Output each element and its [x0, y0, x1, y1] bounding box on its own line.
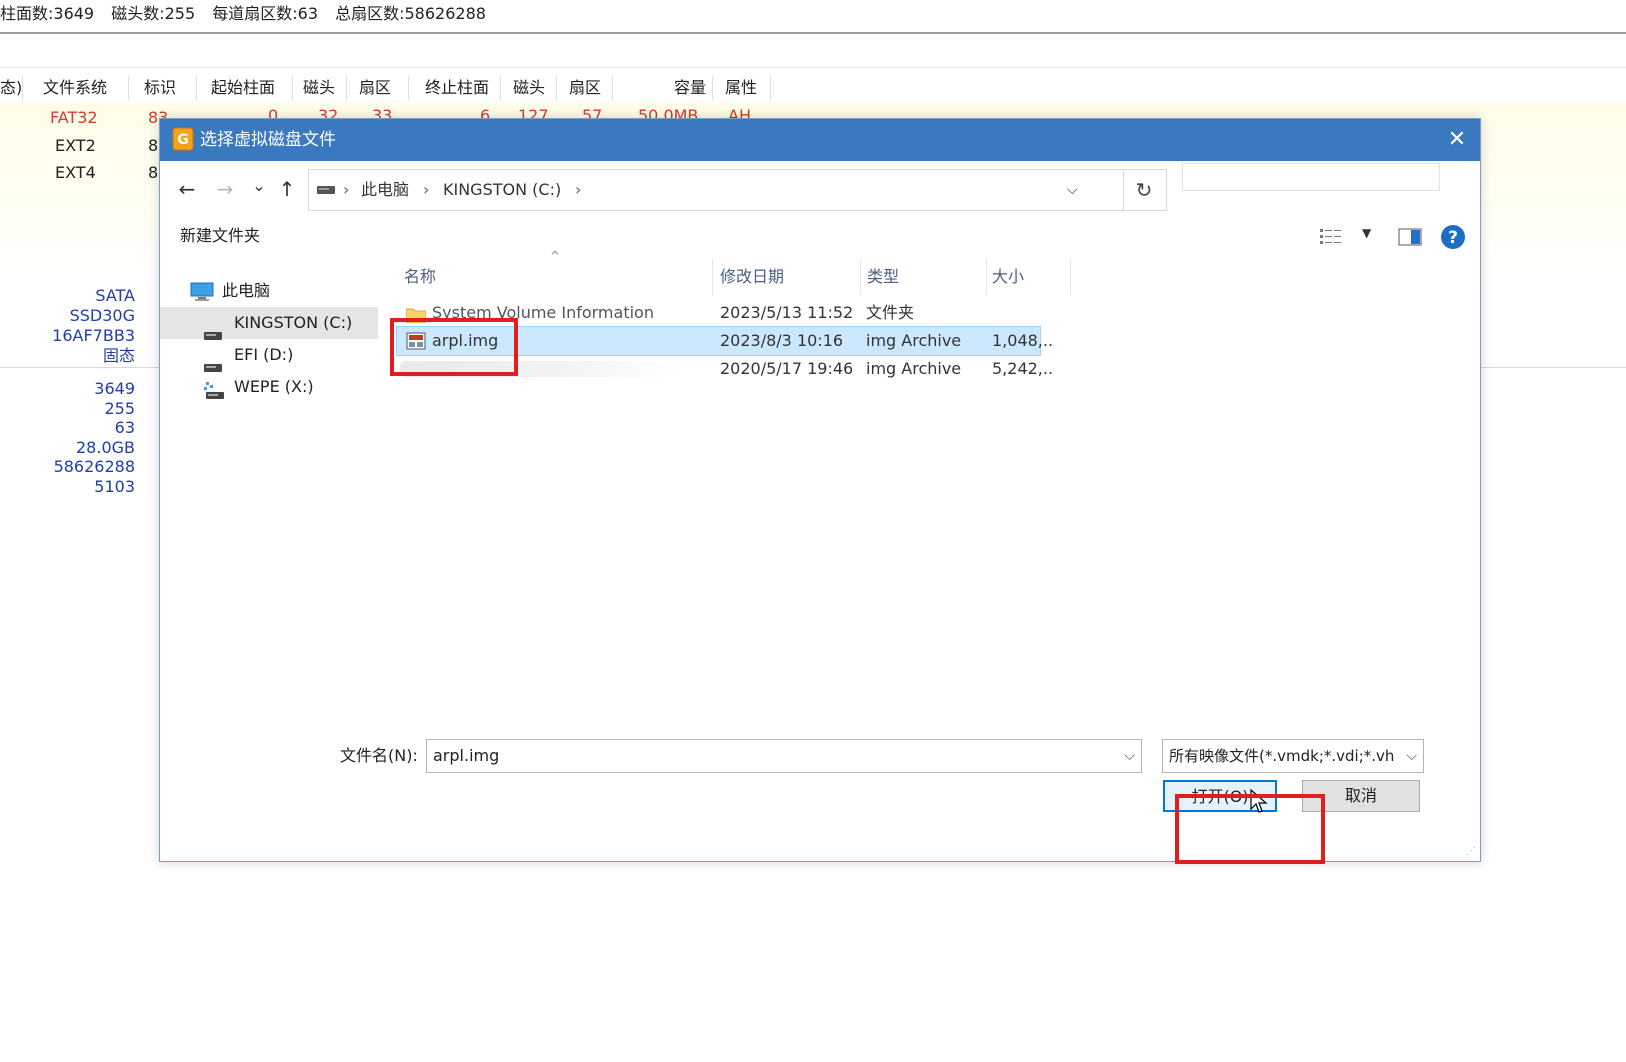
- disk-stat-extra: 5103: [94, 476, 135, 496]
- col-attributes: 属性: [724, 78, 757, 97]
- svg-text:G: G: [177, 132, 189, 148]
- partition-fs[interactable]: EXT4: [55, 163, 96, 183]
- new-folder-button[interactable]: 新建文件夹: [180, 224, 260, 248]
- partition-fs[interactable]: EXT2: [55, 136, 96, 156]
- preview-pane-icon[interactable]: [1398, 228, 1422, 250]
- file-name: System Volume Information: [432, 303, 654, 322]
- disk-interface: SATA: [95, 286, 135, 305]
- col-id: 标识: [143, 78, 176, 97]
- file-modified: 2023/5/13 11:52: [720, 303, 854, 322]
- cancel-button[interactable]: 取消: [1302, 780, 1420, 812]
- navigation-pane: 此电脑 KINGSTON (C:) EFI (D:) WEPE (X:): [160, 269, 380, 709]
- disk-serial: 16AF7BB3: [52, 326, 135, 345]
- disk-stat-heads: 255: [104, 398, 135, 418]
- address-dropdown-icon[interactable]: ⌵: [1067, 170, 1078, 210]
- status-cylinders: 柱面数:3649: [0, 4, 95, 23]
- col-start-cylinder: 起始柱面: [210, 78, 275, 97]
- sidebar-item-this-pc[interactable]: 此电脑: [160, 275, 380, 307]
- file-row[interactable]: arpl.img 2023/8/3 10:16 img Archive 1,04…: [396, 326, 1052, 356]
- up-arrow-icon[interactable]: ↑: [272, 174, 302, 204]
- file-modified: 2020/5/17 19:46: [720, 359, 854, 378]
- partition-id: 8: [148, 163, 159, 182]
- file-name: arpl.img: [432, 331, 499, 350]
- app-logo-icon: G: [172, 127, 194, 151]
- file-size: 5,242,...: [992, 359, 1052, 378]
- partition-table-header: 态) 文件系统 标识 起始柱面 磁头 扇区 终止柱面 磁头 扇区 容量 属性: [0, 74, 1626, 102]
- partition-fs[interactable]: FAT32: [50, 108, 98, 128]
- column-header-size[interactable]: 大小: [992, 259, 1024, 295]
- file-type: img Archive: [866, 359, 962, 378]
- col-end-cylinder: 终止柱面: [424, 78, 489, 97]
- file-row[interactable]: 2020/5/17 19:46 img Archive 5,242,...: [396, 355, 1052, 383]
- drive-icon: [317, 170, 335, 210]
- blurred-file-name: [400, 361, 680, 377]
- status-total-sectors: 总扇区数:58626288: [335, 4, 486, 23]
- open-file-dialog: G 选择虚拟磁盘文件 ✕ ← → ⌄ ↑ › 此电脑 › KINGSTON (C…: [159, 118, 1481, 862]
- recent-locations-icon[interactable]: ⌄: [244, 171, 274, 201]
- refresh-icon[interactable]: ↻: [1122, 169, 1167, 211]
- col-start-head: 磁头: [302, 78, 335, 97]
- disk-model: SSD30G: [69, 306, 135, 325]
- filename-input[interactable]: arpl.img ⌵: [426, 739, 1142, 773]
- status-bar: 柱面数:3649 磁头数:255 每道扇区数:63 总扇区数:58626288: [0, 0, 1626, 34]
- sort-ascending-icon: ^: [550, 249, 561, 263]
- status-heads: 磁头数:255: [111, 4, 196, 23]
- file-type: img Archive: [866, 331, 962, 350]
- disk-stat-total-sectors: 58626288: [53, 457, 135, 476]
- divider: [0, 67, 1626, 68]
- column-header-type[interactable]: 类型: [867, 259, 899, 295]
- filename-label: 文件名(N):: [340, 746, 418, 765]
- svg-text:?: ?: [1448, 228, 1458, 248]
- view-dropdown-icon[interactable]: ▼: [1362, 226, 1371, 240]
- network-drive-icon: [204, 379, 224, 411]
- chevron-down-icon[interactable]: ⌵: [1124, 740, 1135, 772]
- file-type: 文件夹: [866, 303, 915, 322]
- mouse-cursor-icon: [1250, 788, 1268, 819]
- search-input[interactable]: [1182, 163, 1440, 191]
- file-row[interactable]: System Volume Information 2023/5/13 11:5…: [396, 299, 1039, 327]
- col-end-head: 磁头: [512, 78, 545, 97]
- status-sectors-per-track: 每道扇区数:63: [212, 4, 319, 23]
- sidebar-item-kingston-c[interactable]: KINGSTON (C:): [160, 307, 378, 340]
- column-header-name[interactable]: 名称: [404, 259, 436, 295]
- address-bar[interactable]: › 此电脑 › KINGSTON (C:) › ⌵: [308, 169, 1124, 211]
- disk-stat-cylinders: 3649: [94, 379, 135, 398]
- close-icon[interactable]: ✕: [1434, 119, 1480, 161]
- file-type-filter[interactable]: 所有映像文件(*.vmdk;*.vdi;*.vh ⌵: [1162, 739, 1424, 773]
- col-end-sector: 扇区: [568, 78, 601, 97]
- breadcrumb-kingston-c[interactable]: KINGSTON (C:): [443, 170, 561, 210]
- col-filesystem: 文件系统: [42, 78, 107, 97]
- forward-arrow-icon[interactable]: →: [210, 174, 240, 204]
- disk-stat-sectors: 63: [114, 418, 135, 437]
- column-header-modified[interactable]: 修改日期: [720, 259, 784, 295]
- resize-grip-icon[interactable]: ⋰: [1466, 846, 1476, 857]
- breadcrumb-this-pc[interactable]: 此电脑: [361, 170, 409, 210]
- file-size: 1,048,...: [992, 331, 1052, 350]
- partition-id: 8: [148, 136, 159, 155]
- col-start-sector: 扇区: [358, 78, 391, 97]
- help-icon[interactable]: ?: [1440, 224, 1466, 254]
- disk-type: 固态: [102, 346, 135, 365]
- dialog-titlebar[interactable]: G 选择虚拟磁盘文件 ✕: [160, 119, 1480, 161]
- sidebar-item-efi-d[interactable]: EFI (D:): [160, 339, 380, 372]
- disk-stat-capacity: 28.0GB: [76, 437, 135, 457]
- back-arrow-icon[interactable]: ←: [172, 174, 202, 204]
- sidebar-item-wepe-x[interactable]: WEPE (X:): [160, 371, 380, 403]
- dialog-title: 选择虚拟磁盘文件: [200, 130, 336, 150]
- col-status: 态): [0, 78, 23, 97]
- file-modified: 2023/8/3 10:16: [720, 331, 844, 350]
- chevron-down-icon[interactable]: ⌵: [1406, 740, 1417, 772]
- view-options-icon[interactable]: [1320, 228, 1344, 250]
- col-capacity: 容量: [673, 78, 706, 97]
